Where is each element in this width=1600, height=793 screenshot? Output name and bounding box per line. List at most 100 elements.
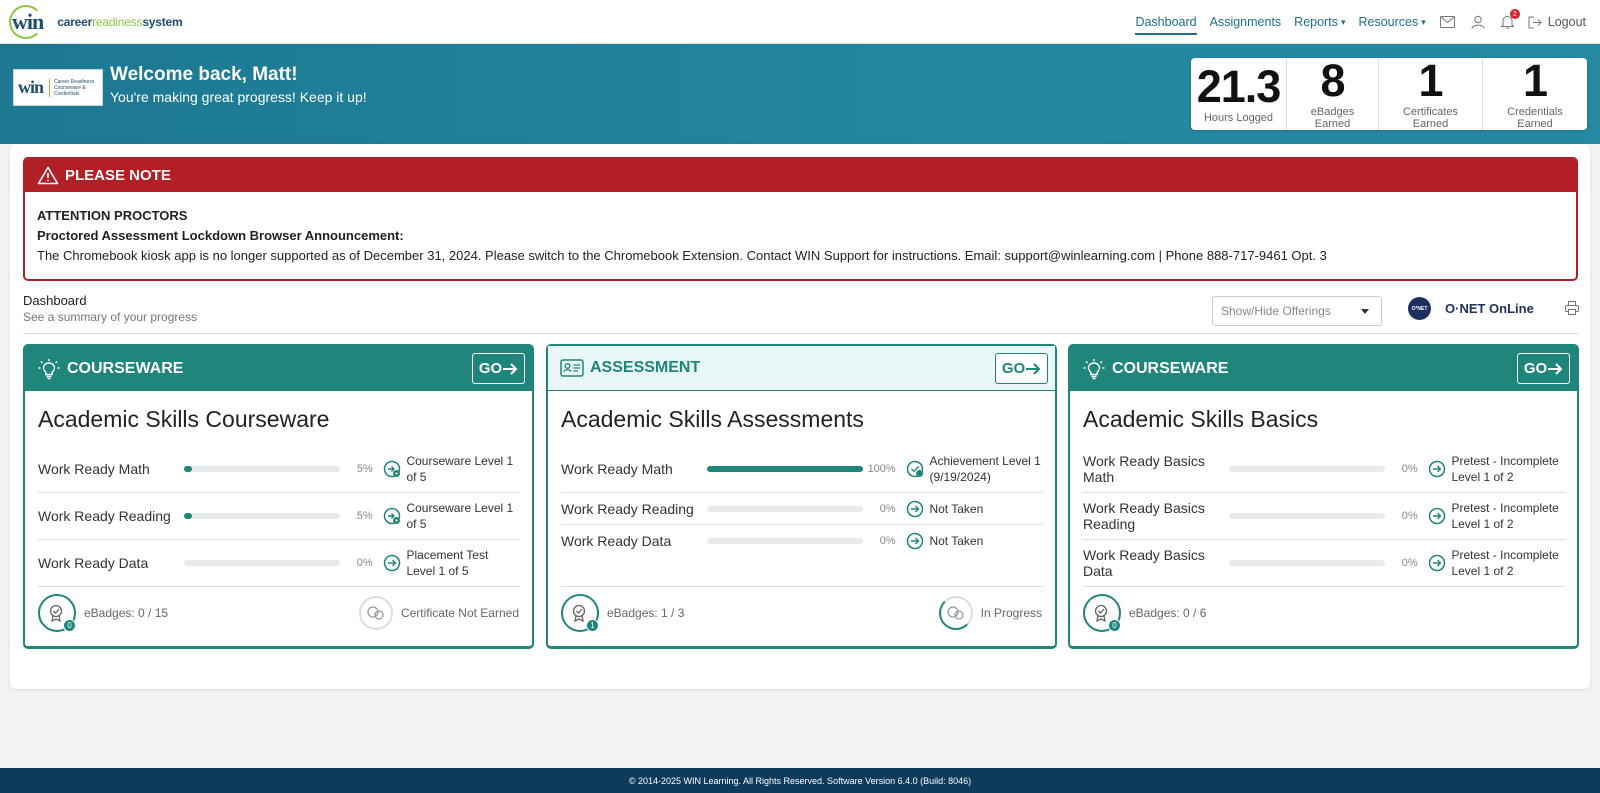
arrow-right-icon	[503, 362, 518, 375]
progress-row[interactable]: Work Ready Data 0% Placement Test Level …	[38, 540, 520, 587]
footer: © 2014-2025 WIN Learning. All Rights Res…	[0, 768, 1600, 793]
progress-bar	[707, 538, 864, 544]
card-header: ASSESSMENT GO	[548, 346, 1055, 391]
card-header: COURSEWARE GO	[1070, 346, 1577, 391]
stat-value: 1	[1418, 55, 1443, 106]
subject-name: Work Ready Data	[561, 533, 672, 549]
nav-resources[interactable]: Resources ▾	[1358, 0, 1425, 44]
mail-icon[interactable]	[1440, 14, 1456, 30]
print-icon[interactable]	[1565, 301, 1579, 320]
warning-icon	[37, 166, 59, 185]
stat-label: Certificates Earned	[1402, 106, 1459, 130]
progress-fill	[184, 466, 192, 472]
dashboard-subtitle: See a summary of your progress	[23, 310, 198, 324]
ebadge-icon[interactable]: 1	[561, 594, 599, 632]
progress-row[interactable]: Work Ready Math 100% Achievement Level 1…	[561, 446, 1043, 493]
go-button[interactable]: GO	[1517, 353, 1570, 384]
win-logo[interactable]: win careerreadinesssystem	[8, 5, 183, 39]
go-button[interactable]: GO	[995, 353, 1048, 384]
go-label: GO	[1001, 360, 1026, 377]
nav-reports[interactable]: Reports ▾	[1294, 0, 1345, 44]
nav-assignments[interactable]: Assignments	[1210, 0, 1282, 44]
ebadge-icon[interactable]: 0	[38, 594, 76, 632]
onet-label: O·NET OnLine	[1445, 301, 1534, 316]
notice-line-2: Proctored Assessment Lockdown Browser An…	[37, 228, 404, 243]
progress-bar	[184, 466, 341, 472]
card-courseware-basics: COURSEWARE GO Academic Skills Basics Wor…	[1068, 344, 1579, 649]
progress-row[interactable]: Work Ready Math 5% Courseware Level 1 of…	[38, 446, 520, 493]
ebadge-count: 0	[63, 619, 76, 632]
main-nav: Dashboard Assignments Reports ▾ Resources…	[1122, 0, 1586, 44]
status-text: Pretest - Incomplete Level 1 of 2	[1451, 501, 1559, 531]
arrow-circle-icon	[1428, 460, 1448, 478]
progress-row[interactable]: Work Ready Reading 5% Courseware Level 1…	[38, 493, 520, 540]
logout-label: Logout	[1547, 15, 1586, 29]
subject-name: Work Ready Math	[38, 461, 150, 477]
progress-bar	[184, 513, 341, 519]
progress-row[interactable]: Work Ready Reading 0% Not Taken	[561, 493, 1043, 525]
go-button[interactable]: GO	[472, 353, 525, 384]
offerings-select[interactable]: Show/Hide Offerings	[1212, 296, 1382, 326]
progress-percent: 100%	[867, 463, 896, 475]
bell-icon[interactable]: 2	[1500, 9, 1520, 30]
card-footer: 0 eBadges: 0 / 6	[1083, 593, 1564, 633]
card-category: ASSESSMENT	[590, 359, 701, 376]
status-text: Achievement Level 1 (9/19/2024)	[929, 454, 1041, 484]
user-icon[interactable]	[1470, 14, 1486, 30]
card-courseware: COURSEWARE GO Academic Skills Courseware…	[23, 344, 534, 649]
card-header: COURSEWARE GO	[25, 346, 532, 391]
program-logo-mark: win	[18, 77, 44, 97]
arrow-circle-icon	[1428, 554, 1448, 572]
subject-name: Work Ready Reading	[561, 500, 694, 517]
progress-list: Work Ready Basics Math 0% Pretest - Inco…	[1083, 446, 1565, 587]
ebadge-icon[interactable]: 0	[1083, 594, 1121, 632]
arrow-right-icon	[1026, 362, 1041, 375]
progress-percent: 5%	[356, 463, 373, 475]
status-text: Pretest - Incomplete Level 1 of 2	[1451, 548, 1559, 578]
id-card-icon	[560, 359, 584, 377]
arrow-circle-icon	[383, 554, 403, 572]
lightbulb-icon	[1083, 358, 1105, 379]
welcome-heading: Welcome back, Matt!	[110, 64, 298, 85]
progress-percent: 0%	[879, 502, 896, 515]
onet-online-link[interactable]: O*NET O·NET OnLine	[1408, 297, 1534, 320]
notice-line-1: ATTENTION PROCTORS	[37, 208, 188, 223]
stat-label: eBadges Earned	[1310, 106, 1355, 130]
progress-bar	[1229, 560, 1386, 566]
notice-heading: PLEASE NOTE	[65, 167, 171, 184]
notice-body: ATTENTION PROCTORS Proctored Assessment …	[25, 192, 1576, 279]
status-text: Courseware Level 1 of 5	[406, 501, 514, 531]
ebadges-text: eBadges: 1 / 3	[607, 606, 685, 620]
progress-row[interactable]: Work Ready Data 0% Not Taken	[561, 525, 1043, 557]
stat-value: 21.3	[1196, 61, 1282, 112]
progress-percent: 0%	[356, 557, 373, 569]
logout-link[interactable]: Logout	[1528, 0, 1586, 44]
certificate-icon	[358, 596, 393, 630]
stat-credentials: 1 Credentials Earned	[1483, 58, 1587, 131]
card-title: Academic Skills Assessments	[561, 406, 864, 432]
progress-bar	[184, 560, 341, 566]
program-logo-text: Career Readiness Courseware & Credential…	[49, 78, 102, 97]
subject-name: Work Ready Math	[561, 461, 673, 477]
progress-fill	[184, 513, 192, 519]
card-footer: 1 eBadges: 1 / 3 In Progress	[561, 593, 1042, 633]
progress-percent: 5%	[356, 510, 373, 522]
card-assessment: ASSESSMENT GO Academic Skills Assessment…	[546, 344, 1057, 649]
progress-row[interactable]: Work Ready Basics Data 0% Pretest - Inco…	[1083, 540, 1565, 587]
card-title: Academic Skills Courseware	[38, 406, 330, 432]
subject-name: Work Ready Data	[38, 555, 149, 571]
certificate-status[interactable]: In Progress	[938, 596, 1042, 630]
logout-icon	[1528, 16, 1542, 28]
notice-line-3: The Chromebook kiosk app is no longer su…	[37, 248, 1327, 263]
certificate-text: Certificate Not Earned	[400, 606, 519, 620]
progress-row[interactable]: Work Ready Basics Reading 0% Pretest - I…	[1083, 493, 1565, 540]
certificate-status[interactable]: Certificate Not Earned	[358, 596, 519, 630]
stats-box: 21.3 Hours Logged 8 eBadges Earned 1 Cer…	[1191, 58, 1587, 130]
subject-name: Work Ready Basics Reading	[1083, 500, 1205, 532]
logo-mark: win	[8, 5, 44, 39]
subject-name: Work Ready Reading	[38, 508, 171, 524]
progress-row[interactable]: Work Ready Basics Math 0% Pretest - Inco…	[1083, 446, 1565, 493]
nav-dashboard[interactable]: Dashboard	[1135, 0, 1197, 44]
dashboard-title: Dashboard	[23, 293, 87, 308]
main-panel: PLEASE NOTE ATTENTION PROCTORS Proctored…	[10, 144, 1590, 689]
